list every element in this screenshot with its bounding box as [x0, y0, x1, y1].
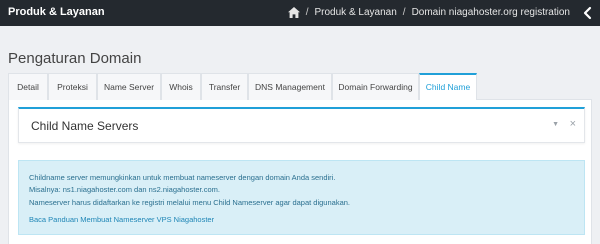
tab-dns-management[interactable]: DNS Management — [248, 73, 332, 100]
caret-down-icon[interactable]: ▼ — [552, 121, 559, 128]
close-icon[interactable]: × — [570, 118, 576, 130]
tab-name-server[interactable]: Name Server — [97, 73, 161, 100]
guide-link[interactable]: Baca Panduan Membuat Nameserver VPS Niag… — [29, 215, 214, 224]
tab-domain-forwarding[interactable]: Domain Forwarding — [332, 73, 419, 100]
page-title: Pengaturan Domain — [8, 50, 142, 67]
child-name-servers-box: Child Name Servers ▼ × — [18, 107, 585, 143]
breadcrumb-separator: / — [305, 7, 309, 18]
tab-content-panel: Child Name Servers ▼ × Childname server … — [8, 100, 592, 244]
tab-proteksi[interactable]: Proteksi — [48, 73, 97, 100]
tab-bar: Detail Proteksi Name Server Whois Transf… — [8, 73, 592, 101]
breadcrumb-item-domain: Domain niagahoster.org registration — [411, 7, 570, 18]
tab-child-name[interactable]: Child Name — [419, 73, 477, 101]
info-alert: Childname server memungkinkan untuk memb… — [18, 160, 585, 235]
breadcrumb-separator: / — [402, 7, 406, 18]
alert-text-line: Misalnya: ns1.niagahoster.com dan ns2.ni… — [29, 185, 220, 194]
alert-text-line: Childname server memungkinkan untuk memb… — [29, 173, 336, 182]
tab-transfer[interactable]: Transfer — [201, 73, 248, 100]
box-title: Child Name Servers — [31, 119, 139, 133]
breadcrumb-item-produk[interactable]: Produk & Layanan — [315, 7, 397, 18]
app-title: Produk & Layanan — [8, 6, 105, 18]
alert-text-line: Nameserver harus didaftarkan ke registri… — [29, 198, 350, 207]
breadcrumb: / Produk & Layanan / Domain niagahoster.… — [287, 7, 570, 18]
chevron-left-icon[interactable] — [580, 5, 596, 21]
tab-detail[interactable]: Detail — [8, 73, 48, 100]
tab-whois[interactable]: Whois — [161, 73, 201, 100]
home-icon[interactable] — [287, 7, 300, 18]
top-bar: Produk & Layanan / Produk & Layanan / Do… — [0, 0, 600, 26]
